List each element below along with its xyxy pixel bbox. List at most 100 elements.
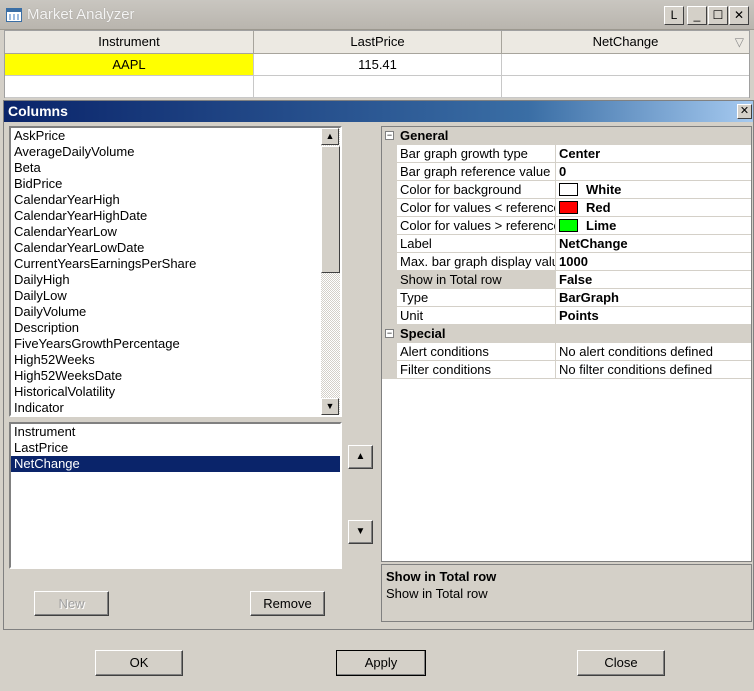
- property-row[interactable]: Label NetChange: [382, 235, 751, 253]
- color-swatch: [559, 201, 578, 214]
- scroll-up-button[interactable]: ▲: [321, 128, 339, 145]
- available-column-item[interactable]: High52WeeksDate: [11, 368, 340, 384]
- property-name[interactable]: Show in Total row: [397, 271, 556, 289]
- available-column-item[interactable]: Beta: [11, 160, 340, 176]
- property-name[interactable]: Color for background: [397, 181, 556, 199]
- available-column-item[interactable]: CalendarYearHighDate: [11, 208, 340, 224]
- available-column-item[interactable]: CalendarYearLowDate: [11, 240, 340, 256]
- property-value[interactable]: Points: [556, 307, 751, 325]
- selected-column-item[interactable]: NetChange: [11, 456, 340, 472]
- cell-empty-netchange[interactable]: [502, 76, 749, 98]
- selected-column-item[interactable]: LastPrice: [11, 440, 340, 456]
- selected-column-item[interactable]: Instrument: [11, 424, 340, 440]
- property-value[interactable]: Center: [556, 145, 751, 163]
- available-column-item[interactable]: HistoricalVolatility: [11, 384, 340, 400]
- scroll-thumb[interactable]: [321, 146, 340, 273]
- property-name[interactable]: Bar graph reference value: [397, 163, 556, 181]
- available-column-item[interactable]: CalendarYearLow: [11, 224, 340, 240]
- property-name[interactable]: Label: [397, 235, 556, 253]
- cell-netchange[interactable]: [502, 54, 749, 76]
- column-header-lastprice[interactable]: LastPrice: [254, 31, 502, 54]
- property-category-general[interactable]: − General: [382, 127, 751, 145]
- property-row[interactable]: Unit Points: [382, 307, 751, 325]
- property-value[interactable]: No filter conditions defined: [556, 361, 751, 379]
- column-header-netchange[interactable]: NetChange ▽: [502, 31, 749, 54]
- property-row-gutter: [382, 235, 397, 253]
- property-name[interactable]: Alert conditions: [397, 343, 556, 361]
- property-value[interactable]: False: [556, 271, 751, 289]
- collapse-icon[interactable]: −: [385, 131, 394, 140]
- property-row[interactable]: Type BarGraph: [382, 289, 751, 307]
- apply-button[interactable]: Apply: [336, 650, 426, 676]
- available-column-item[interactable]: Indicator: [11, 400, 340, 415]
- available-columns-list[interactable]: AskPrice AverageDailyVolume Beta BidPrice Ca…: [9, 126, 342, 417]
- property-value-text: White: [586, 182, 622, 197]
- property-value[interactable]: BarGraph: [556, 289, 751, 307]
- property-name[interactable]: Type: [397, 289, 556, 307]
- available-scrollbar[interactable]: ▲ ▼: [321, 128, 340, 415]
- property-category-special[interactable]: − Special: [382, 325, 751, 343]
- property-category-label: General: [400, 128, 449, 143]
- maximize-button[interactable]: ☐: [708, 6, 728, 25]
- available-column-item[interactable]: AskPrice: [11, 128, 340, 144]
- new-button[interactable]: New: [34, 591, 109, 616]
- cell-empty-lastprice[interactable]: [254, 76, 502, 98]
- link-button[interactable]: L: [664, 6, 684, 25]
- property-name[interactable]: Color for values > reference: [397, 217, 556, 235]
- column-header-instrument[interactable]: Instrument: [5, 31, 254, 54]
- property-name[interactable]: Filter conditions: [397, 361, 556, 379]
- property-name[interactable]: Color for values < reference: [397, 199, 556, 217]
- property-value[interactable]: White: [556, 181, 751, 199]
- close-window-button[interactable]: ✕: [729, 6, 749, 25]
- window-title-bar[interactable]: Market Analyzer L _ ☐ ✕: [0, 0, 754, 30]
- available-column-item[interactable]: DailyVolume: [11, 304, 340, 320]
- property-row[interactable]: Color for values > reference Lime: [382, 217, 751, 235]
- available-column-item[interactable]: DailyLow: [11, 288, 340, 304]
- available-column-item[interactable]: CurrentYearsEarningsPerShare: [11, 256, 340, 272]
- property-row[interactable]: Bar graph reference value 0: [382, 163, 751, 181]
- property-grid[interactable]: − General Bar graph growth type Center Bar g…: [381, 126, 752, 562]
- move-down-button[interactable]: ▼: [348, 520, 373, 544]
- property-value[interactable]: 1000: [556, 253, 751, 271]
- property-value[interactable]: 0: [556, 163, 751, 181]
- property-value[interactable]: NetChange: [556, 235, 751, 253]
- ok-button[interactable]: OK: [95, 650, 183, 676]
- property-row[interactable]: Color for background White: [382, 181, 751, 199]
- minimize-button[interactable]: _: [687, 6, 707, 25]
- remove-button[interactable]: Remove: [250, 591, 325, 616]
- property-value[interactable]: Red: [556, 199, 751, 217]
- property-row[interactable]: Color for values < reference Red: [382, 199, 751, 217]
- property-row[interactable]: Max. bar graph display value 1000: [382, 253, 751, 271]
- property-value[interactable]: Lime: [556, 217, 751, 235]
- cell-instrument[interactable]: AAPL: [5, 54, 254, 76]
- property-name[interactable]: Bar graph growth type: [397, 145, 556, 163]
- property-name[interactable]: Unit: [397, 307, 556, 325]
- cell-empty-instrument[interactable]: [5, 76, 254, 98]
- market-analyzer-grid: Instrument LastPrice NetChange ▽ AAPL 11…: [4, 30, 750, 98]
- available-column-item[interactable]: DailyHigh: [11, 272, 340, 288]
- column-header-netchange-label: NetChange: [592, 34, 659, 49]
- dialog-close-button[interactable]: ✕: [737, 104, 752, 119]
- property-row[interactable]: Bar graph growth type Center: [382, 145, 751, 163]
- sort-indicator-icon[interactable]: ▽: [735, 31, 744, 53]
- property-row[interactable]: Show in Total row False: [382, 271, 751, 289]
- move-up-button[interactable]: ▲: [348, 445, 373, 469]
- available-column-item[interactable]: High52Weeks: [11, 352, 340, 368]
- scroll-down-button[interactable]: ▼: [321, 398, 339, 415]
- available-column-item[interactable]: CalendarYearHigh: [11, 192, 340, 208]
- cell-lastprice[interactable]: 115.41: [254, 54, 502, 76]
- property-row[interactable]: Filter conditions No filter conditions de…: [382, 361, 751, 379]
- selected-columns-list[interactable]: Instrument LastPrice NetChange: [9, 422, 342, 569]
- close-button[interactable]: Close: [577, 650, 665, 676]
- property-value[interactable]: No alert conditions defined: [556, 343, 751, 361]
- property-value-text: BarGraph: [559, 290, 619, 305]
- available-column-item[interactable]: BidPrice: [11, 176, 340, 192]
- collapse-icon[interactable]: −: [385, 329, 394, 338]
- available-column-item[interactable]: Description: [11, 320, 340, 336]
- property-row-gutter: [382, 361, 397, 379]
- property-name[interactable]: Max. bar graph display value: [397, 253, 556, 271]
- property-row[interactable]: Alert conditions No alert conditions defi…: [382, 343, 751, 361]
- available-column-item[interactable]: AverageDailyVolume: [11, 144, 340, 160]
- available-column-item[interactable]: FiveYearsGrowthPercentage: [11, 336, 340, 352]
- dialog-title-bar[interactable]: Columns ✕: [4, 101, 753, 122]
